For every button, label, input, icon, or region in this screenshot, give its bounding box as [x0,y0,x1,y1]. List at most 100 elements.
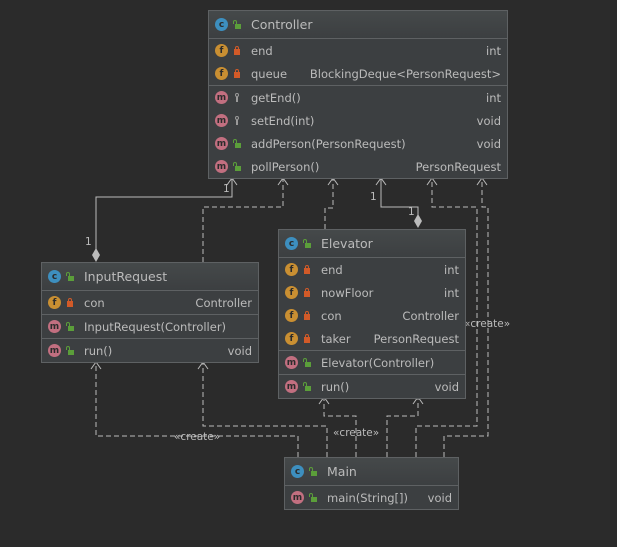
private-visibility-icon [303,288,311,297]
constructor-row[interactable]: m InputRequest(Controller) [42,315,258,338]
private-visibility-icon [303,311,311,320]
field-name: con [84,295,105,310]
create-main-elevator-b [386,397,419,457]
class-header[interactable]: c Elevator [279,230,465,258]
field-type: Controller [402,308,459,323]
constructor-name: Elevator(Controller) [321,355,435,370]
field-row[interactable]: f end int [209,39,507,62]
method-name: addPerson(PersonRequest) [251,136,406,151]
class-icon: c [48,270,61,283]
private-visibility-icon [66,298,74,307]
class-elevator[interactable]: c Elevator f end int f nowFloor int f con Controll… [278,229,466,399]
method-icon: m [215,91,228,104]
field-icon: f [48,296,61,309]
private-visibility-icon [303,265,311,274]
method-row[interactable]: m pollPerson() PersonRequest [209,155,507,178]
field-row[interactable]: f taker PersonRequest [279,327,465,350]
public-visibility-icon [303,358,311,367]
method-icon: m [291,491,304,504]
dependency-elevator-controller [324,178,334,229]
class-icon: c [291,465,304,478]
class-name: Controller [251,17,313,32]
class-inputrequest[interactable]: c InputRequest f con Controller m InputRequest… [41,262,259,363]
method-section: m getEnd() int m setEnd(int) void m addPerson(P… [209,86,507,178]
field-type: int [486,43,501,58]
field-icon: f [285,332,298,345]
public-visibility-icon [66,346,74,355]
method-type: void [427,490,452,505]
method-row[interactable]: m addPerson(PersonRequest) void [209,132,507,155]
method-type: void [434,379,459,394]
method-icon: m [215,114,228,127]
field-icon: f [215,44,228,57]
public-visibility-icon [309,493,317,502]
field-icon: f [215,67,228,80]
method-type: void [476,113,501,128]
method-type: int [486,90,501,105]
method-type: void [476,136,501,151]
field-icon: f [285,263,298,276]
composition-diamond-icon [92,248,100,262]
public-visibility-icon [303,382,311,391]
method-row[interactable]: m run() void [42,339,258,362]
public-visibility-icon [66,272,74,281]
field-row[interactable]: f nowFloor int [279,281,465,304]
method-icon: m [48,320,61,333]
class-header[interactable]: c Controller [209,11,507,39]
composition-diamond-icon [414,214,422,228]
method-type: void [227,343,252,358]
create-label: «create» [174,431,221,443]
method-name: pollPerson() [251,159,320,174]
multiplicity-label: 1 [85,236,92,248]
field-type: int [444,285,459,300]
public-visibility-icon [233,139,241,148]
field-type: Controller [195,295,252,310]
method-icon: m [285,380,298,393]
method-row[interactable]: m main(String[]) void [285,486,458,509]
method-section: m run() void [279,375,465,398]
field-name: end [321,262,343,277]
public-visibility-icon [233,20,241,29]
field-name: con [321,308,342,323]
multiplicity-label: 1 [223,183,230,195]
field-row[interactable]: f con Controller [279,304,465,327]
field-name: queue [251,66,288,81]
class-name: Main [327,464,357,479]
constructor-section: m InputRequest(Controller) [42,315,258,339]
constructor-row[interactable]: m Elevator(Controller) [279,351,465,374]
class-main[interactable]: c Main m main(String[]) void [284,457,459,510]
field-section: f end int f queue BlockingDeque<PersonRequest… [209,39,507,86]
method-name: run() [84,343,113,358]
field-type: int [444,262,459,277]
method-section: m main(String[]) void [285,486,458,509]
method-row[interactable]: m run() void [279,375,465,398]
field-name: end [251,43,273,58]
package-visibility-icon [233,116,241,125]
method-name: getEnd() [251,90,301,105]
class-header[interactable]: c Main [285,458,458,486]
field-row[interactable]: f con Controller [42,291,258,314]
method-icon: m [215,160,228,173]
class-name: InputRequest [84,269,168,284]
dependency-inputrequest-controller [202,178,284,262]
public-visibility-icon [309,467,317,476]
method-name: setEnd(int) [251,113,315,128]
constructor-section: m Elevator(Controller) [279,351,465,375]
public-visibility-icon [233,162,241,171]
method-icon: m [215,137,228,150]
private-visibility-icon [233,46,241,55]
class-header[interactable]: c InputRequest [42,263,258,291]
method-row[interactable]: m setEnd(int) void [209,109,507,132]
field-type: BlockingDeque<PersonRequest> [309,66,501,81]
class-icon: c [215,18,228,31]
method-type: PersonRequest [415,159,501,174]
field-section: f end int f nowFloor int f con Controller f taker P… [279,258,465,351]
method-name: run() [321,379,350,394]
field-row[interactable]: f queue BlockingDeque<PersonRequest> [209,62,507,85]
composition-controller-inputrequest [95,178,233,250]
method-row[interactable]: m getEnd() int [209,86,507,109]
field-row[interactable]: f end int [279,258,465,281]
field-icon: f [285,309,298,322]
class-controller[interactable]: c Controller f end int f queue BlockingDeque<Pe… [208,10,508,179]
public-visibility-icon [66,322,74,331]
